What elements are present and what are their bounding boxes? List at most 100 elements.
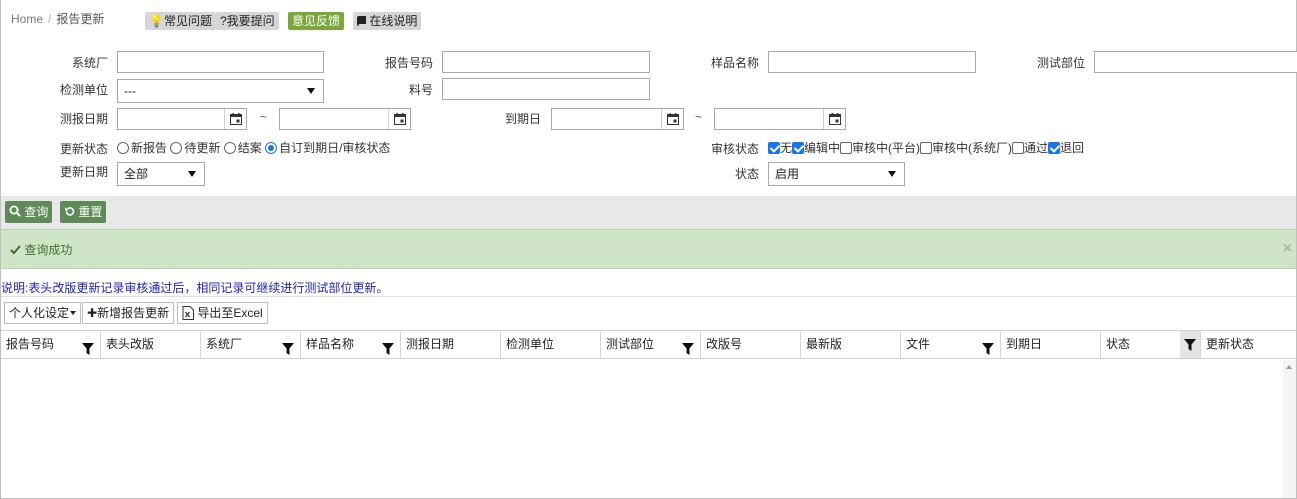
column-header-label: 样品名称 [306, 337, 355, 351]
review-status-checkbox-group: 无编辑中 审核中(平台) 审核中(系统厂) 通过 退回 [768, 139, 1084, 156]
query-button[interactable]: 查询 [5, 201, 53, 223]
column-header-label: 到期日 [1006, 337, 1043, 351]
add-report-update-button[interactable]: ✚新增报告更新 [82, 302, 175, 324]
vertical-scrollbar[interactable] [1283, 360, 1296, 498]
review-status-label: 审核状态 [710, 142, 759, 156]
test-unit-select[interactable]: --- [117, 79, 324, 103]
calendar-icon[interactable] [388, 109, 410, 129]
column-header[interactable]: 表头改版 [101, 331, 201, 358]
personalize-dropdown-button[interactable]: 个人化设定 [4, 302, 82, 324]
filter-icon[interactable] [1180, 331, 1200, 358]
column-header[interactable]: 检测单位 [501, 331, 601, 358]
checkbox-returned[interactable]: 退回 [1048, 141, 1084, 155]
column-header[interactable]: 系统厂 [201, 331, 301, 358]
column-header-label: 表头改版 [106, 337, 155, 351]
alert-message: 查询成功 [24, 243, 73, 257]
calendar-icon[interactable] [823, 109, 845, 129]
checkbox-review-platform[interactable]: 审核中(平台) [840, 141, 920, 155]
reset-button[interactable]: 重置 [60, 201, 107, 223]
success-alert: 查询成功 × [1, 229, 1296, 269]
column-header[interactable]: 文件 [901, 331, 1001, 358]
column-header[interactable]: 改版号 [701, 331, 801, 358]
checkbox-passed[interactable]: 通过 [1012, 141, 1048, 155]
sample-name-label: 样品名称 [710, 56, 759, 70]
status-select[interactable]: 启用 [768, 162, 905, 186]
close-icon[interactable]: × [1283, 240, 1292, 258]
export-excel-button[interactable]: 导出至Excel [177, 302, 268, 324]
column-header-label: 文件 [906, 337, 931, 351]
radio-closed[interactable]: 结案 [223, 141, 262, 155]
column-header[interactable]: 样品名称 [301, 331, 401, 358]
breadcrumb-current: 报告更新 [56, 12, 105, 26]
due-date-label: 到期日 [504, 112, 541, 126]
status-label: 状态 [734, 167, 759, 181]
report-date-from-input[interactable] [117, 108, 247, 130]
due-date-to-input[interactable] [714, 108, 846, 130]
system-factory-input[interactable] [117, 51, 324, 73]
calendar-icon[interactable] [224, 109, 246, 129]
column-header[interactable]: 报告号码 [1, 331, 101, 358]
faq-button[interactable]: 💡常见问题 [145, 12, 216, 30]
column-header-label: 系统厂 [206, 337, 243, 351]
grid-header: 报告号码 表头改版 系统厂 样品名称 测报日期 检测单位 测试部位 改版号 最新版 文件 到期日 状态… [1, 330, 1296, 359]
report-date-range-tilde: ~ [260, 110, 268, 124]
lightbulb-icon: 💡 [149, 14, 164, 28]
action-toolbar [1, 196, 1296, 229]
checkbox-review-factory[interactable]: 审核中(系统厂) [920, 141, 1012, 155]
scroll-up-arrow-icon[interactable] [1286, 365, 1292, 369]
update-date-label: 更新日期 [59, 165, 108, 179]
column-header-label: 状态 [1106, 337, 1131, 351]
due-date-from-input[interactable] [551, 108, 684, 130]
column-header-label: 最新版 [806, 337, 843, 351]
radio-pending-update[interactable]: 待更新 [170, 141, 220, 155]
breadcrumb: Home / 报告更新 [11, 10, 104, 27]
instruction-note: 说明:表头改版更新记录审核通过后，相同记录可继续进行测试部位更新。 [1, 281, 389, 295]
filter-icon[interactable] [682, 338, 694, 365]
checkbox-editing[interactable]: 编辑中 [792, 141, 840, 155]
search-icon [9, 205, 24, 219]
report-date-to-input[interactable] [279, 108, 411, 130]
update-date-select[interactable]: 全部 [117, 162, 205, 186]
caret-down-icon [70, 311, 77, 315]
system-factory-label: 系统厂 [71, 56, 108, 70]
filter-icon[interactable] [982, 338, 994, 365]
book-icon [357, 14, 369, 28]
breadcrumb-home[interactable]: Home [11, 12, 43, 26]
checkbox-none[interactable]: 无 [768, 141, 792, 155]
column-header-label: 检测单位 [506, 337, 555, 351]
column-header[interactable]: 到期日 [1001, 331, 1101, 358]
radio-custom-due-review[interactable]: 自订到期日/审核状态 [265, 141, 390, 155]
sample-name-input[interactable] [768, 51, 976, 73]
feedback-button[interactable]: 意见反馈 [288, 12, 345, 30]
column-header-label: 更新状态 [1206, 337, 1255, 351]
test-dept-label: 测试部位 [1036, 56, 1085, 70]
report-no-label: 报告号码 [384, 56, 433, 70]
filter-icon[interactable] [382, 338, 394, 365]
column-header[interactable]: 测报日期 [401, 331, 501, 358]
filter-icon[interactable] [82, 338, 94, 365]
part-no-input[interactable] [442, 78, 650, 100]
breadcrumb-separator: / [48, 12, 52, 26]
radio-new-report[interactable]: 新报告 [117, 141, 167, 155]
update-status-label: 更新状态 [59, 142, 108, 156]
update-status-radio-group: 新报告 待更新 结案 自订到期日/审核状态 [117, 139, 390, 156]
check-icon [10, 243, 24, 257]
plus-icon: ✚ [87, 306, 98, 320]
test-dept-input[interactable] [1094, 51, 1297, 73]
report-no-input[interactable] [442, 51, 650, 73]
column-header[interactable]: 状态 [1101, 331, 1201, 358]
column-header-label: 测报日期 [406, 337, 455, 351]
online-manual-button[interactable]: 在线说明 [353, 12, 422, 30]
column-header[interactable]: 测试部位 [601, 331, 701, 358]
column-header[interactable]: 更新状态 [1201, 331, 1297, 358]
dropdown-caret-icon [188, 171, 196, 177]
column-header[interactable]: 最新版 [801, 331, 901, 358]
report-date-label: 测报日期 [59, 112, 108, 126]
calendar-icon[interactable] [661, 109, 683, 129]
part-no-label: 料号 [408, 83, 433, 97]
filter-icon[interactable] [282, 338, 294, 365]
due-date-range-tilde: ~ [695, 110, 703, 124]
column-header-label: 测试部位 [606, 337, 655, 351]
excel-file-icon [182, 306, 197, 320]
ask-question-button[interactable]: ?我要提问 [216, 12, 279, 30]
